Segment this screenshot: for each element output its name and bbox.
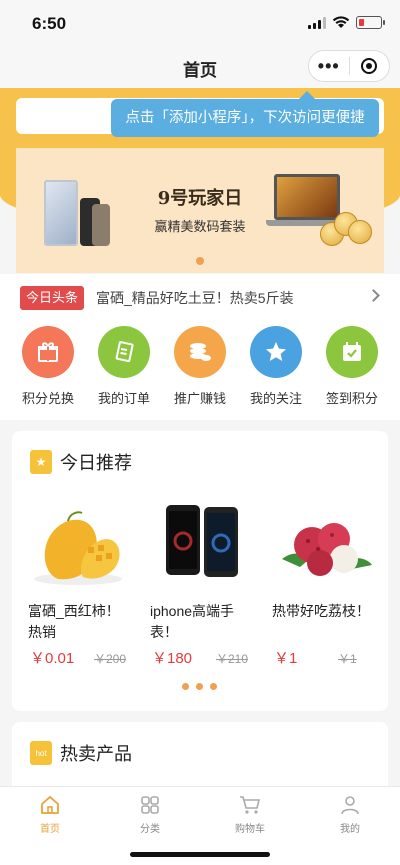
- signal-icon: [308, 16, 326, 29]
- carousel-pager: [182, 683, 217, 690]
- nav-bar: 首页 •••: [0, 46, 400, 88]
- battery-icon: [356, 16, 385, 29]
- product-price: ￥1: [274, 650, 298, 667]
- category-promote-earn[interactable]: 推广赚钱: [162, 320, 238, 420]
- category-label: 推广赚钱: [173, 391, 226, 406]
- pager-dot[interactable]: [182, 683, 189, 690]
- category-checkin-points[interactable]: 签到积分: [314, 320, 390, 420]
- more-menu-button[interactable]: •••: [309, 51, 349, 81]
- status-bar: 6:50: [0, 0, 400, 46]
- product-name: iphone高端手表！: [150, 603, 235, 640]
- lychee-image: [282, 523, 372, 576]
- tab-label: 购物车: [235, 824, 265, 835]
- product-old-price: ￥1: [338, 652, 357, 666]
- section-title: 热卖产品: [60, 744, 132, 764]
- coin-image: [348, 220, 372, 244]
- recommend-section: ★ 今日推荐 富硒_西红柿！热销 ￥0.01 ￥200 iphone高端手表！ …: [12, 431, 388, 711]
- category-points-exchange[interactable]: 积分兑换: [10, 320, 86, 420]
- wifi-icon: [332, 16, 350, 28]
- category-my-follows[interactable]: 我的关注: [238, 320, 314, 420]
- home-page: 6:50 首页 ••• 点击「添加小程序」，下次访问更便捷 9号玩家日 赢精美数…: [0, 0, 400, 865]
- gift-icon: [22, 326, 74, 378]
- category-label: 我的关注: [249, 391, 302, 406]
- category-label: 签到积分: [325, 391, 378, 406]
- tab-label: 分类: [140, 824, 160, 835]
- category-nav: 积分兑换 我的订单 推广赚钱 我的关注 签到积分: [0, 320, 400, 420]
- category-my-orders[interactable]: 我的订单: [86, 320, 162, 420]
- user-icon: [300, 795, 400, 815]
- headline-text: 富硒_精品好吃土豆！热卖5斤装: [96, 290, 294, 306]
- laptop-image: [274, 174, 340, 220]
- mini-program-capsule: •••: [308, 50, 390, 82]
- headline-tag: 今日头条: [20, 286, 84, 310]
- category-label: 积分兑换: [21, 391, 74, 406]
- status-time: 6:50: [32, 14, 67, 33]
- tab-profile[interactable]: 我的: [300, 787, 400, 865]
- tab-home[interactable]: 首页: [0, 787, 100, 865]
- status-icons: [308, 16, 385, 29]
- target-icon: [361, 58, 378, 74]
- home-indicator[interactable]: [130, 852, 270, 857]
- star-icon: [250, 326, 302, 378]
- hot-badge-icon: hot: [30, 741, 52, 765]
- section-title: 今日推荐: [60, 453, 132, 473]
- pager-dot[interactable]: [196, 683, 203, 690]
- headline-ticker[interactable]: 今日头条 富硒_精品好吃土豆！热卖5斤装: [0, 274, 400, 320]
- chevron-right-icon: [367, 289, 380, 302]
- tab-label: 我的: [340, 824, 360, 835]
- product-card[interactable]: 热带好吃荔枝！ ￥1 ￥1: [272, 491, 394, 671]
- calendar-check-icon: [326, 326, 378, 378]
- product-name: 热带好吃荔枝！: [272, 603, 370, 619]
- close-mini-program-button[interactable]: [349, 58, 389, 74]
- add-mini-program-tooltip[interactable]: 点击「添加小程序」，下次访问更便捷: [111, 91, 379, 137]
- grid-icon: [100, 795, 200, 815]
- section-header: ★ 今日推荐: [30, 449, 132, 475]
- product-old-price: ￥200: [94, 652, 127, 666]
- pager-dot[interactable]: [210, 683, 217, 690]
- order-icon: [98, 326, 150, 378]
- coins-icon: [174, 326, 226, 378]
- iphone-image: [166, 505, 238, 577]
- product-carousel: 富硒_西红柿！热销 ￥0.01 ￥200 iphone高端手表！ ￥180 ￥2…: [28, 491, 388, 671]
- product-card[interactable]: iphone高端手表！ ￥180 ￥210: [150, 491, 272, 671]
- product-name: 富硒_西红柿！热销: [28, 603, 120, 640]
- section-header: hot 热卖产品: [30, 740, 132, 766]
- cart-icon: [200, 795, 300, 815]
- star-badge-icon: ★: [30, 450, 52, 474]
- category-label: 我的订单: [97, 391, 150, 406]
- promo-banner[interactable]: 9号玩家日 赢精美数码套装: [16, 148, 384, 273]
- product-card[interactable]: 富硒_西红柿！热销 ￥0.01 ￥200: [28, 491, 150, 671]
- banner-indicator-dot[interactable]: [196, 257, 204, 265]
- product-price: ￥0.01: [30, 650, 75, 667]
- product-price: ￥180: [152, 650, 193, 667]
- product-old-price: ￥210: [216, 652, 249, 666]
- mango-image: [34, 511, 122, 585]
- tab-label: 首页: [40, 824, 60, 835]
- home-icon: [0, 795, 100, 815]
